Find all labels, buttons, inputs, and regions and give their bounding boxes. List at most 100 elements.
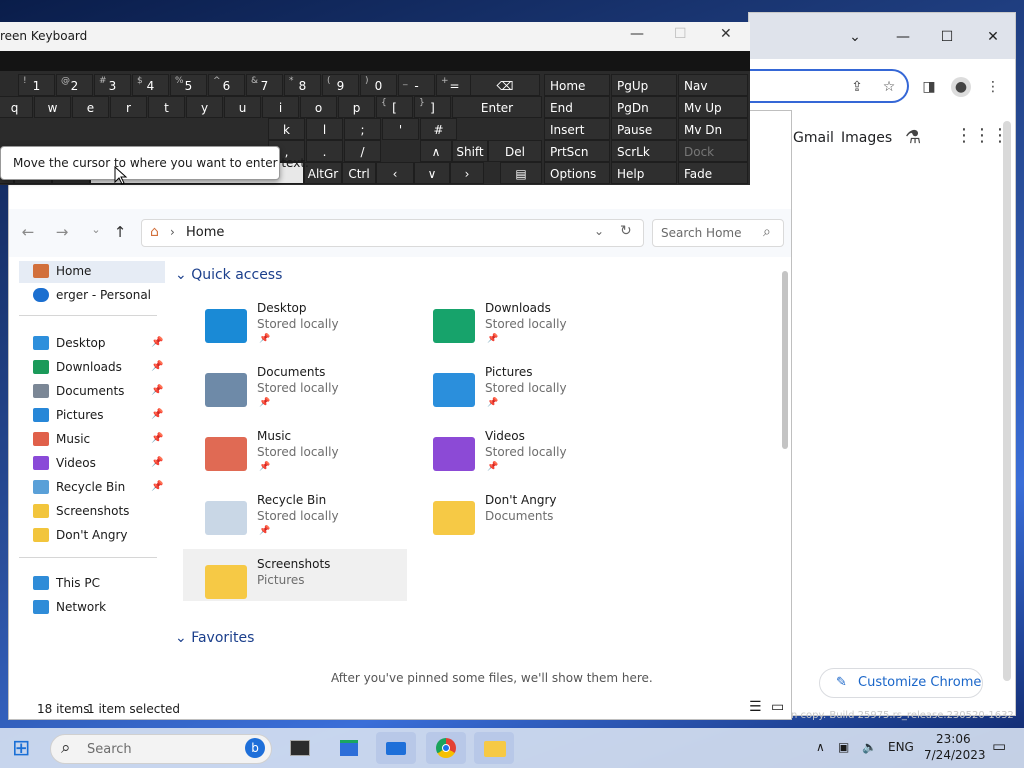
quick-access-tile-documents[interactable]: Documents Stored locally 📌 xyxy=(183,365,407,417)
sidebar-item-desktop[interactable]: Desktop 📌 xyxy=(19,333,165,355)
key-u[interactable]: u xyxy=(224,96,261,118)
quick-access-tile-desktop[interactable]: Desktop Stored locally 📌 xyxy=(183,301,407,353)
ctrl-key[interactable]: Ctrl xyxy=(342,162,376,184)
backspace-key[interactable]: ⌫ xyxy=(470,74,540,96)
key-row3-2[interactable]: ; xyxy=(344,118,381,140)
shift-key[interactable]: Shift xyxy=(452,140,488,162)
key-row4-1[interactable]: . xyxy=(306,140,343,162)
sidebar-item-videos[interactable]: Videos 📌 xyxy=(19,453,165,475)
bookmark-star-icon[interactable]: ☆ xyxy=(879,77,899,97)
forward-arrow-icon[interactable]: → xyxy=(53,223,71,243)
key-8[interactable]: * 8 xyxy=(284,74,321,96)
side-panel-icon[interactable]: ◨ xyxy=(919,77,939,97)
quick-access-tile-don-t-angry[interactable]: Don't Angry Documents xyxy=(411,493,635,545)
up-arrow-key[interactable]: ∧ xyxy=(420,140,452,162)
labs-flask-icon[interactable]: ⚗ xyxy=(905,127,921,148)
key-2[interactable]: @2 xyxy=(56,74,93,96)
key-r[interactable]: r xyxy=(110,96,147,118)
clock-time[interactable]: 23:06 xyxy=(936,732,971,746)
sidebar-item-music[interactable]: Music 📌 xyxy=(19,429,165,451)
chrome-app-icon[interactable] xyxy=(426,732,466,764)
key-7[interactable]: & 7 xyxy=(246,74,283,96)
key-prtscn[interactable]: PrtScn xyxy=(544,140,610,162)
store-icon[interactable] xyxy=(328,732,368,764)
key-1[interactable]: ! 1 xyxy=(18,74,55,96)
key-pause[interactable]: Pause xyxy=(611,118,677,140)
sidebar-item-recycle-bin[interactable]: Recycle Bin 📌 xyxy=(19,477,165,499)
chrome-minimize-button[interactable]: — xyxy=(893,27,913,47)
chrome-scrollbar[interactable] xyxy=(1003,121,1011,681)
file-explorer-app-icon[interactable] xyxy=(474,732,514,764)
device-icon[interactable]: ▣ xyxy=(838,740,849,754)
osk-minimize-button[interactable]: — xyxy=(630,26,644,42)
quick-access-tile-downloads[interactable]: Downloads Stored locally 📌 xyxy=(411,301,635,353)
start-windows-icon[interactable]: ⊞ xyxy=(12,736,30,761)
details-view-icon[interactable]: ☰ xyxy=(749,699,762,715)
key-row3-4[interactable]: # xyxy=(420,118,457,140)
key-mv-dn[interactable]: Mv Dn xyxy=(678,118,748,140)
language-indicator[interactable]: ENG xyxy=(888,740,914,754)
enter-key[interactable]: Enter xyxy=(452,96,542,118)
key-pgup[interactable]: PgUp xyxy=(611,74,677,96)
sidebar-item-home[interactable]: Home xyxy=(19,261,165,283)
chrome-close-button[interactable]: ✕ xyxy=(983,27,1003,47)
address-bar[interactable]: ⌂ › Home ⌄ ↻ xyxy=(141,219,644,247)
menu-key[interactable]: ▤ xyxy=(500,162,542,184)
sidebar-item-network[interactable]: Network xyxy=(19,597,165,619)
bing-icon[interactable]: b xyxy=(245,738,265,758)
apps-grid-icon[interactable]: ⋮⋮⋮ xyxy=(955,125,1009,146)
address-dropdown-icon[interactable]: ⌄ xyxy=(594,224,604,238)
key-options[interactable]: Options xyxy=(544,162,610,184)
key-y[interactable]: y xyxy=(186,96,223,118)
key-9[interactable]: (9 xyxy=(322,74,359,96)
delete-key[interactable]: Del xyxy=(488,140,542,162)
key-0[interactable]: ) 0 xyxy=(360,74,397,96)
key-nav[interactable]: Nav xyxy=(678,74,748,96)
key-=[interactable]: + = xyxy=(436,74,473,96)
key-4[interactable]: $4 xyxy=(132,74,169,96)
left-arrow-key[interactable]: ‹ xyxy=(376,162,414,184)
key-5[interactable]: % 5 xyxy=(170,74,207,96)
sidebar-item-downloads[interactable]: Downloads 📌 xyxy=(19,357,165,379)
quick-access-tile-pictures[interactable]: Pictures Stored locally 📌 xyxy=(411,365,635,417)
key-home[interactable]: Home xyxy=(544,74,610,96)
altgr-key[interactable]: AltGr xyxy=(304,162,342,184)
images-link[interactable]: Images xyxy=(841,130,892,146)
clock-date[interactable]: 7/24/2023 xyxy=(924,748,986,762)
taskbar-search[interactable]: ⌕ Search b xyxy=(50,734,272,764)
sidebar-item-pictures[interactable]: Pictures 📌 xyxy=(19,405,165,427)
up-arrow-icon[interactable]: ↑ xyxy=(111,223,129,243)
key-t[interactable]: t xyxy=(148,96,185,118)
quick-access-tile-screenshots[interactable]: Screenshots Pictures xyxy=(183,549,407,601)
osk-close-button[interactable]: ✕ xyxy=(720,26,732,42)
key-fade[interactable]: Fade xyxy=(678,162,748,184)
sidebar-item-documents[interactable]: Documents 📌 xyxy=(19,381,165,403)
quick-access-tile-recycle-bin[interactable]: Recycle Bin Stored locally 📌 xyxy=(183,493,407,545)
key-e[interactable]: e xyxy=(72,96,109,118)
key-row3-1[interactable]: l xyxy=(306,118,343,140)
customize-chrome-button[interactable]: ✎ Customize Chrome xyxy=(819,668,983,698)
key-[[interactable]: {[ xyxy=(376,96,413,118)
chrome-menu-icon[interactable]: ⋮ xyxy=(983,77,1003,97)
down-arrow-key[interactable]: ∨ xyxy=(414,162,450,184)
gmail-link[interactable]: Gmail xyxy=(793,130,834,146)
favorites-heading[interactable]: ⌄ Favorites xyxy=(175,630,254,646)
osk-app-icon[interactable] xyxy=(376,732,416,764)
key-row3-0[interactable]: k xyxy=(268,118,305,140)
task-view-icon[interactable] xyxy=(280,732,320,764)
key-row3-3[interactable]: ' xyxy=(382,118,419,140)
volume-icon[interactable]: 🔈 xyxy=(862,740,877,754)
key-3[interactable]: #3 xyxy=(94,74,131,96)
chrome-maximize-button[interactable]: ☐ xyxy=(937,27,957,47)
key-mv-up[interactable]: Mv Up xyxy=(678,96,748,118)
key-scrlk[interactable]: ScrLk xyxy=(611,140,677,162)
quick-access-heading[interactable]: ⌄ Quick access xyxy=(175,267,282,283)
notifications-icon[interactable]: ▭ xyxy=(992,737,1006,755)
quick-access-tile-music[interactable]: Music Stored locally 📌 xyxy=(183,429,407,481)
tray-overflow-icon[interactable]: ∧ xyxy=(816,740,825,754)
key-insert[interactable]: Insert xyxy=(544,118,610,140)
profile-avatar-icon[interactable]: ● xyxy=(951,77,971,97)
refresh-icon[interactable]: ↻ xyxy=(620,223,632,239)
key-p[interactable]: p xyxy=(338,96,375,118)
sidebar-item-screenshots[interactable]: Screenshots xyxy=(19,501,165,523)
